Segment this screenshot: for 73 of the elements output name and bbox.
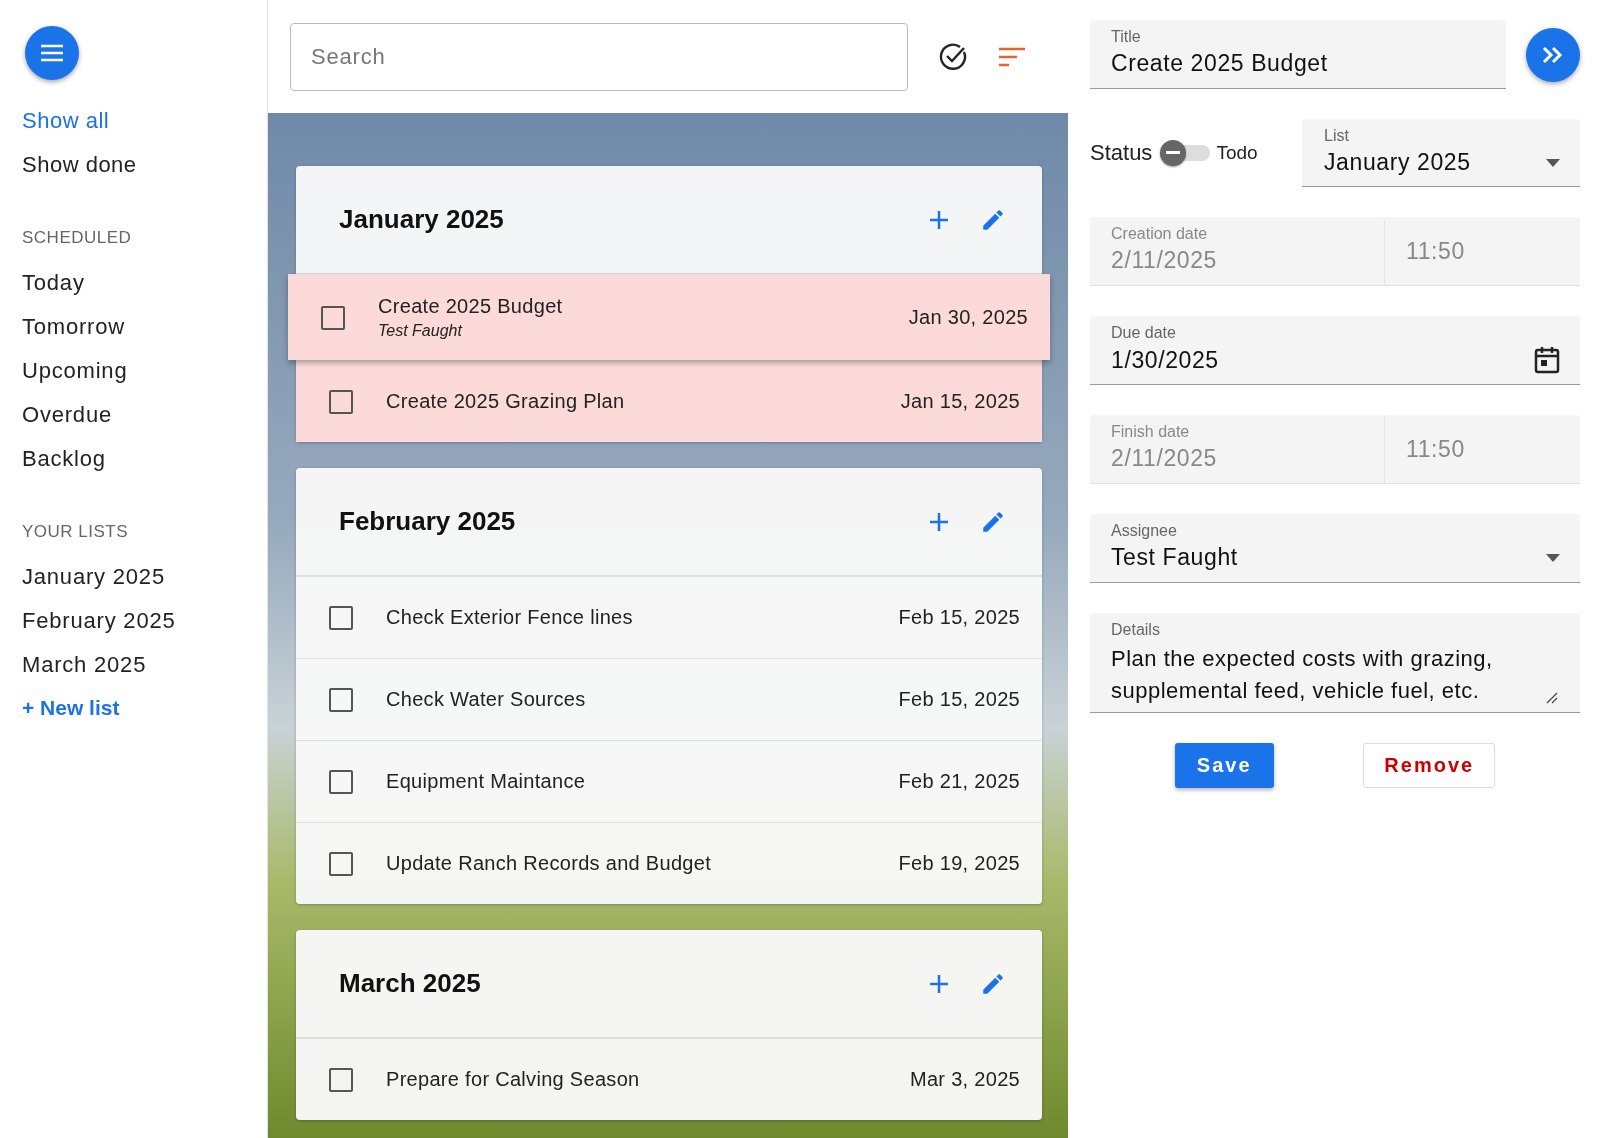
double-chevron-icon	[1542, 45, 1564, 64]
task-checkbox[interactable]	[329, 687, 353, 712]
task-row[interactable]: Equipment Maintance Feb 21, 2025	[296, 740, 1042, 822]
plus-icon	[928, 510, 950, 533]
list-dropdown[interactable]: List January 2025	[1302, 119, 1580, 187]
task-checkbox[interactable]	[329, 769, 353, 794]
sidebar-item[interactable]: Tomorrow	[22, 314, 267, 340]
add-task-button[interactable]	[928, 972, 950, 995]
due-date-field[interactable]: Due date 1/30/2025	[1090, 316, 1580, 385]
sidebar-item[interactable]: Backlog	[22, 446, 267, 472]
sidebar-item[interactable]: Today	[22, 270, 267, 296]
menu-icon	[39, 43, 65, 63]
task-due-date: Mar 3, 2025	[909, 1068, 1020, 1091]
task-assignee: Test Faught	[378, 322, 464, 340]
task-title: Create 2025 Budget	[378, 295, 564, 318]
calendar-icon	[1534, 346, 1560, 374]
task-row[interactable]: Create 2025 Budget Test Faught Jan 30, 2025	[288, 274, 1050, 360]
task-row[interactable]: Update Ranch Records and Budget Feb 19, 2025	[296, 822, 1042, 904]
task-title: Update Ranch Records and Budget	[386, 852, 713, 875]
assignee-dropdown[interactable]: Assignee Test Faught	[1090, 514, 1580, 583]
task-title: Check Exterior Fence lines	[386, 606, 634, 629]
task-checkbox[interactable]	[329, 1067, 353, 1092]
sidebar-item[interactable]: March 2025	[22, 652, 267, 678]
task-row[interactable]: Check Exterior Fence lines Feb 15, 2025	[296, 576, 1042, 658]
search-field[interactable]: Search	[290, 22, 908, 91]
plus-icon	[928, 208, 950, 231]
details-field[interactable]: Details Plan the expected costs with grazing, supplemental feed, vehicle fuel, etc.	[1090, 613, 1580, 713]
title-field[interactable]: Title Create 2025 Budget	[1090, 20, 1506, 89]
dropdown-caret-icon	[1546, 553, 1560, 562]
task-row[interactable]: Create 2025 Grazing Plan Jan 15, 2025	[296, 360, 1042, 442]
task-checkbox[interactable]	[329, 605, 353, 630]
sidebar-item[interactable]: Overdue	[22, 402, 267, 428]
task-title: Create 2025 Grazing Plan	[386, 390, 626, 413]
sort-button[interactable]	[998, 46, 1026, 67]
save-button[interactable]: Save	[1174, 743, 1274, 788]
task-due-date: Feb 15, 2025	[898, 606, 1020, 629]
task-due-date: Jan 15, 2025	[900, 390, 1020, 413]
task-due-date: Feb 21, 2025	[898, 770, 1020, 793]
sidebar-item[interactable]: February 2025	[22, 608, 267, 634]
filter-link[interactable]: Show done	[22, 152, 267, 178]
task-due-date: Feb 19, 2025	[898, 852, 1020, 875]
minus-icon	[1166, 151, 1181, 155]
add-task-button[interactable]	[928, 208, 950, 231]
new-list-link[interactable]: + New list	[22, 696, 120, 720]
section-heading: YOUR LISTS	[22, 522, 130, 542]
status-label: Status	[1090, 140, 1153, 166]
dropdown-caret-icon	[1546, 158, 1560, 167]
plus-icon	[928, 972, 950, 995]
task-due-date: Feb 15, 2025	[898, 688, 1020, 711]
section-heading: SCHEDULED	[22, 228, 133, 248]
task-checkbox[interactable]	[329, 851, 353, 876]
task-row[interactable]: Check Water Sources Feb 15, 2025	[296, 658, 1042, 740]
task-title: Check Water Sources	[386, 688, 587, 711]
add-task-button[interactable]	[928, 510, 950, 533]
resize-handle-icon	[1546, 692, 1558, 704]
menu-button[interactable]	[25, 26, 79, 80]
sidebar-item[interactable]: Upcoming	[22, 358, 267, 384]
status-toggle[interactable]	[1160, 138, 1211, 168]
task-checkbox[interactable]	[321, 305, 345, 330]
remove-button[interactable]: Remove	[1363, 743, 1496, 788]
task-row[interactable]: Prepare for Calving Season Mar 3, 2025	[296, 1038, 1042, 1120]
task-title: Equipment Maintance	[386, 770, 587, 793]
status-value: Todo	[1216, 142, 1258, 164]
collapse-panel-button[interactable]	[1526, 27, 1580, 82]
task-checkbox[interactable]	[329, 389, 353, 414]
task-title: Prepare for Calving Season	[386, 1068, 641, 1091]
list-title: March 2025	[339, 968, 482, 999]
filter-link[interactable]: Show all	[22, 108, 267, 134]
list-title: January 2025	[339, 204, 505, 235]
task-due-date: Jan 30, 2025	[908, 306, 1028, 329]
check-circle-button[interactable]	[938, 41, 968, 72]
sidebar-item[interactable]: January 2025	[22, 564, 267, 590]
list-title: February 2025	[339, 506, 517, 537]
